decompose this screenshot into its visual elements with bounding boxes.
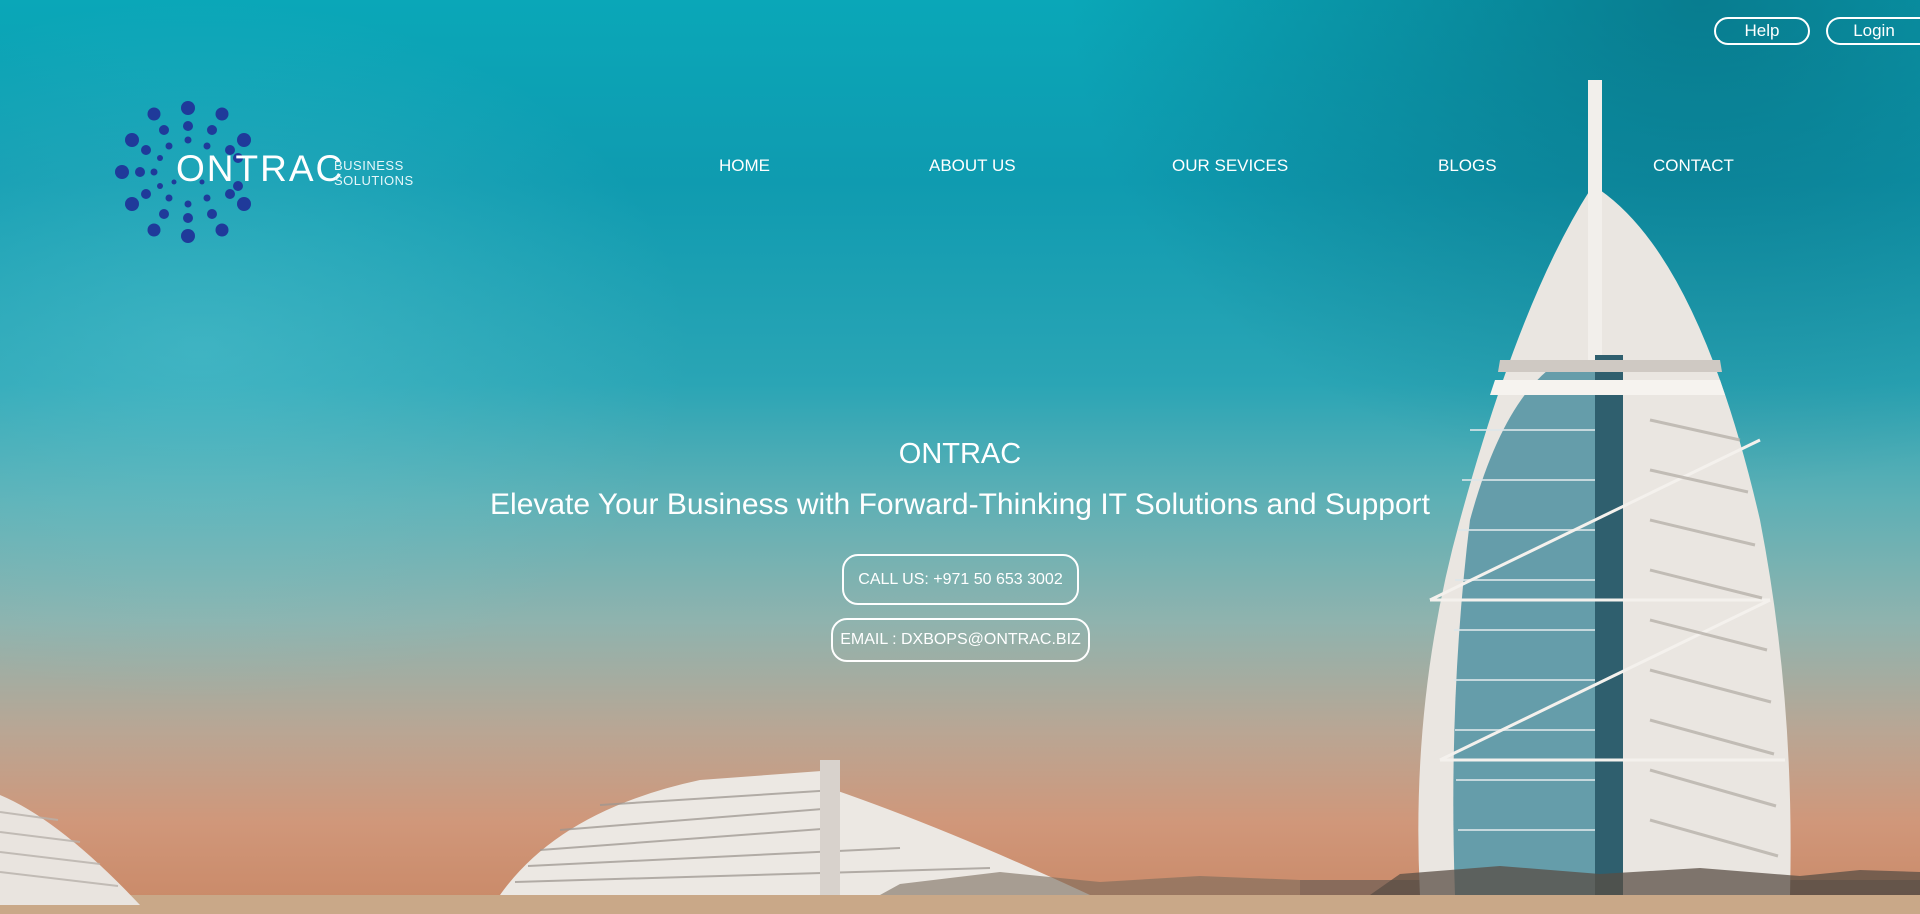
nav-item-about-us[interactable]: ABOUT US (929, 156, 1016, 176)
email-button[interactable]: EMAIL : DXBOPS@ONTRAC.BIZ (831, 618, 1090, 662)
nav-item-our-services[interactable]: OUR SEVICES (1172, 156, 1288, 176)
main-nav: HOME ABOUT US OUR SEVICES BLOGS CONTACT (0, 156, 1920, 180)
hero-title: ONTRAC (898, 438, 1022, 470)
help-button[interactable]: Help (1714, 17, 1810, 45)
nav-item-home[interactable]: HOME (719, 156, 770, 176)
login-button[interactable]: Login (1826, 17, 1920, 45)
hero-section: Help Login ONTRAC BUSINESS SOLUTIONS HOM… (0, 0, 1920, 914)
nav-item-contact[interactable]: CONTACT (1653, 156, 1734, 176)
nav-item-blogs[interactable]: BLOGS (1438, 156, 1497, 176)
call-us-button[interactable]: CALL US: +971 50 653 3002 (842, 554, 1079, 605)
hero-subtitle: Elevate Your Business with Forward-Think… (490, 488, 1430, 521)
